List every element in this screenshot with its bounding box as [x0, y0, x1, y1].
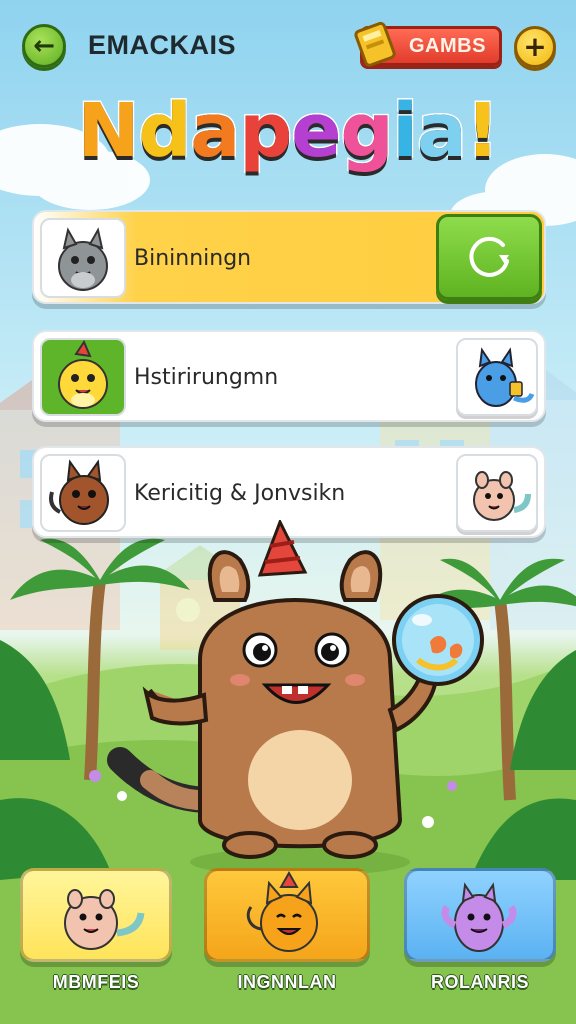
level-card-title: Bininningn [134, 246, 252, 271]
bottom-nav-button-3[interactable] [404, 868, 556, 962]
logo-letter: a [189, 87, 242, 176]
plus-icon: + [523, 30, 547, 63]
currency-label: GAMBS [409, 35, 486, 57]
orange-cat-icon [246, 871, 318, 952]
back-button[interactable]: ← [22, 24, 66, 68]
logo-letter: N [76, 87, 141, 176]
logo-letter: e [290, 87, 343, 176]
level-card-title: Kericitig & Jonvsikn [134, 481, 346, 506]
add-currency-button[interactable]: + [514, 26, 556, 68]
bottom-nav-label-2: INGNNLAN [237, 972, 337, 992]
yellow-creature-avatar [40, 338, 126, 416]
play-circle-icon [469, 236, 509, 277]
logo-letter: i [391, 87, 419, 176]
bottom-nav-label-1: MBMFEIS [52, 972, 140, 992]
mascot-character [107, 520, 484, 859]
pink-critter-icon [64, 889, 145, 950]
bottom-nav-button-1[interactable] [20, 868, 172, 962]
logo-letter: ! [464, 87, 501, 176]
back-arrow-icon: ← [33, 31, 55, 61]
screen-title: EMACKAIS [88, 30, 237, 60]
purple-monster-icon [441, 882, 517, 952]
ticket-icon [354, 21, 396, 67]
logo-letter: p [238, 87, 294, 176]
logo-letter: g [339, 87, 395, 176]
gray-creature-avatar [40, 218, 126, 298]
bottom-nav-label-3: ROLANRIS [431, 972, 529, 992]
game-logo: Ndapegia! [0, 87, 576, 176]
logo-letter: a [415, 87, 468, 176]
level-card-2[interactable]: Hstirirungmn [32, 330, 546, 422]
blue-creature-avatar[interactable] [456, 338, 538, 416]
play-button[interactable] [436, 214, 542, 300]
level-card-1[interactable]: Bininningn [32, 210, 546, 304]
logo-letter: d [137, 87, 193, 176]
level-card-title: Hstirirungmn [134, 365, 279, 390]
bottom-nav-button-2[interactable] [204, 868, 370, 962]
